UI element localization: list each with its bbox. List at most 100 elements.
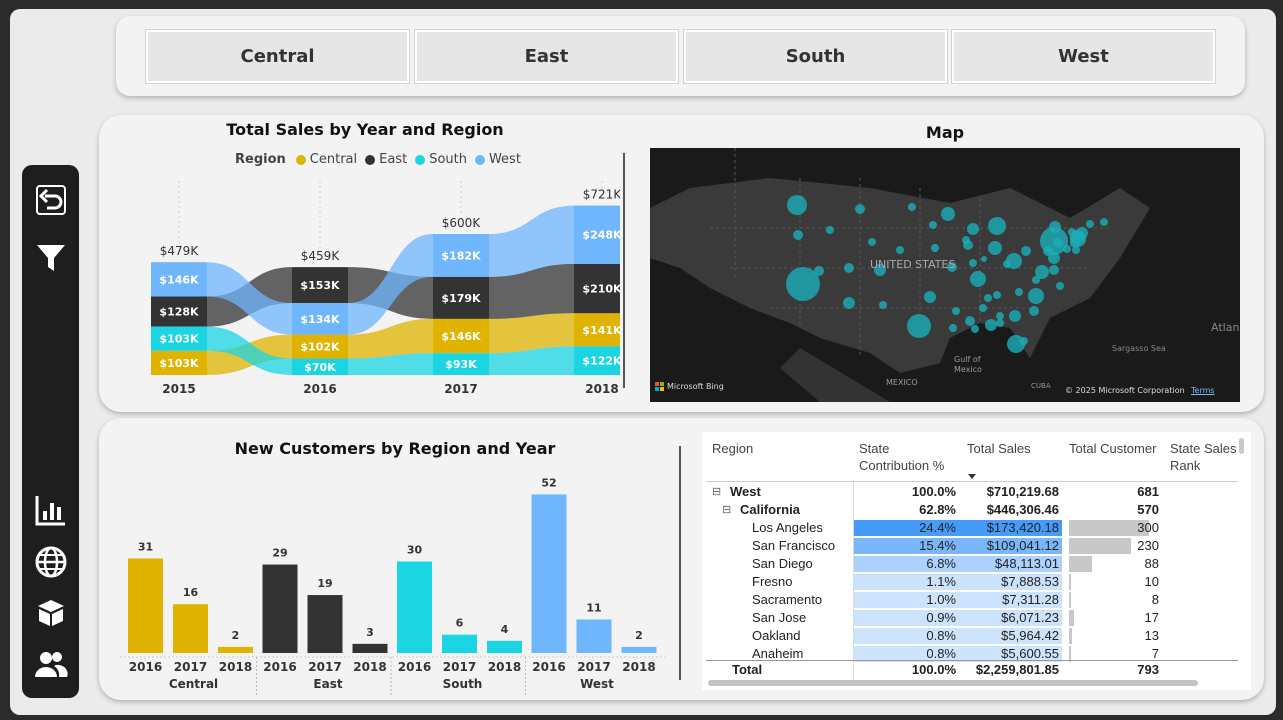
- ribbon-chart[interactable]: $103K $102K $146K $141K $128K $153K $179K $210K…: [110, 175, 620, 400]
- year-label: 2017: [444, 382, 477, 396]
- bar-central: [173, 604, 208, 653]
- cell-sales: $446,306.46: [986, 502, 1059, 517]
- year-label: 2018: [219, 660, 252, 674]
- table-row[interactable]: Los Angeles 24.4% $173,420.18 300: [702, 519, 1237, 537]
- slicer-button-west[interactable]: West: [951, 29, 1216, 84]
- microsoft-icon: [655, 382, 664, 391]
- data-label: 16: [183, 586, 199, 599]
- table-row[interactable]: ⊟ California 62.8% $446,306.46 570: [702, 501, 1237, 519]
- legend-title: Region: [235, 152, 286, 167]
- city-bubble: [855, 204, 865, 214]
- total-label: Total: [732, 662, 763, 677]
- cell-sales: $109,041.12: [986, 538, 1059, 553]
- city-bubble: [814, 266, 824, 276]
- collapse-toggle-icon[interactable]: ⊟: [722, 501, 731, 519]
- globe-icon[interactable]: [34, 545, 68, 579]
- data-label: $102K: [300, 341, 340, 354]
- city-bubble: [1020, 337, 1028, 345]
- city-bubble: [1021, 246, 1031, 256]
- bar-chart-icon[interactable]: [34, 493, 68, 527]
- city-bubble: [970, 271, 986, 287]
- slicer-button-east[interactable]: East: [414, 29, 679, 84]
- table-row[interactable]: Oakland 0.8% $5,964.42 13: [702, 627, 1237, 645]
- group-label: Central: [169, 677, 218, 691]
- header-state-contribution[interactable]: State Contribution %: [859, 440, 944, 474]
- year-label: 2018: [585, 382, 618, 396]
- year-label: 2016: [129, 660, 162, 674]
- data-label: 3: [366, 626, 374, 639]
- year-label: 2017: [174, 660, 207, 674]
- back-icon[interactable]: [34, 183, 68, 217]
- city-bubble: [1029, 306, 1039, 316]
- data-label: 4: [501, 623, 509, 636]
- cell-sales: $48,113.01: [994, 556, 1059, 571]
- data-label: $122K: [582, 355, 620, 368]
- city-bubble: [996, 312, 1004, 320]
- cell-pct: 62.8%: [919, 502, 956, 517]
- filter-icon[interactable]: [34, 241, 68, 275]
- city-bubble: [826, 226, 834, 234]
- table-row[interactable]: San Francisco 15.4% $109,041.12 230: [702, 537, 1237, 555]
- city-bubble: [931, 244, 939, 252]
- cell-cust: 230: [1137, 538, 1159, 553]
- row-label: San Jose: [752, 610, 807, 625]
- map-label-cuba: CUBA: [1031, 382, 1051, 390]
- city-bubble: [1100, 218, 1108, 226]
- collapse-toggle-icon[interactable]: ⊟: [712, 483, 721, 501]
- table-row[interactable]: San Jose 0.9% $6,071.23 17: [702, 609, 1237, 627]
- city-bubble: [985, 319, 997, 331]
- city-bubble: [988, 217, 1006, 235]
- vertical-scrollbar[interactable]: [1239, 438, 1244, 454]
- city-bubble: [924, 291, 936, 303]
- row-label: Oakland: [752, 628, 801, 643]
- map-copyright: © 2025 Microsoft Corporation: [1065, 386, 1185, 395]
- table-row[interactable]: Fresno 1.1% $7,888.53 10: [702, 573, 1237, 591]
- city-bubble: [979, 304, 987, 312]
- bar-east: [262, 564, 298, 653]
- city-bubble: [988, 241, 1002, 255]
- table-row[interactable]: ⊟ West 100.0% $710,219.68 681: [702, 483, 1237, 501]
- cell-pct: 0.9%: [926, 610, 956, 625]
- map-label-mexico: MEXICO: [886, 378, 918, 387]
- sales-matrix[interactable]: Region State Contribution % Total Sales …: [702, 432, 1251, 690]
- slicer-button-south[interactable]: South: [683, 29, 948, 84]
- city-bubble: [965, 316, 975, 326]
- row-label: San Francisco: [752, 538, 836, 553]
- header-total-sales[interactable]: Total Sales: [967, 440, 1031, 457]
- data-label: $103K: [159, 357, 199, 370]
- total-label: $721K: [583, 188, 620, 202]
- map-title: Map: [925, 123, 965, 142]
- navigation-sidebar: [22, 165, 79, 698]
- table-row[interactable]: San Diego 6.8% $48,113.01 88: [702, 555, 1237, 573]
- divider: [679, 446, 681, 680]
- map-visual[interactable]: UNITED STATES MEXICO Gulf of Mexico CUBA…: [650, 148, 1240, 402]
- box-icon[interactable]: [34, 595, 68, 629]
- data-label: 6: [456, 617, 464, 630]
- city-bubble: [949, 324, 957, 332]
- map-canvas[interactable]: [650, 148, 1240, 402]
- customers-bar-chart[interactable]: 31201616201722018Central2920161920173201…: [120, 465, 670, 695]
- cell-sales: $710,219.68: [986, 484, 1059, 499]
- map-terms-link[interactable]: Terms: [1191, 386, 1215, 395]
- year-label: 2018: [353, 660, 386, 674]
- legend-central: Central: [309, 152, 358, 167]
- cell-pct: 0.8%: [926, 628, 956, 643]
- header-region[interactable]: Region: [712, 440, 753, 457]
- header-state-sales-rank[interactable]: State Sales Rank: [1170, 440, 1237, 474]
- landmass: [650, 178, 1150, 373]
- users-icon[interactable]: [34, 647, 68, 681]
- horizontal-scrollbar[interactable]: [708, 680, 1198, 686]
- map-label-gulf: Gulf of Mexico: [954, 355, 982, 374]
- data-label: 29: [272, 547, 287, 560]
- legend-dot-west: [474, 154, 485, 165]
- bar-east: [307, 595, 343, 653]
- year-label: 2016: [263, 660, 296, 674]
- city-bubble: [1009, 310, 1021, 322]
- bar-central: [218, 646, 253, 653]
- table-row[interactable]: Sacramento 1.0% $7,311.28 8: [702, 591, 1237, 609]
- legend-east: East: [379, 152, 408, 167]
- bar-south: [397, 561, 432, 653]
- header-total-customer[interactable]: Total Customer: [1069, 440, 1156, 457]
- data-label: $103K: [159, 333, 199, 346]
- slicer-button-central[interactable]: Central: [145, 29, 410, 84]
